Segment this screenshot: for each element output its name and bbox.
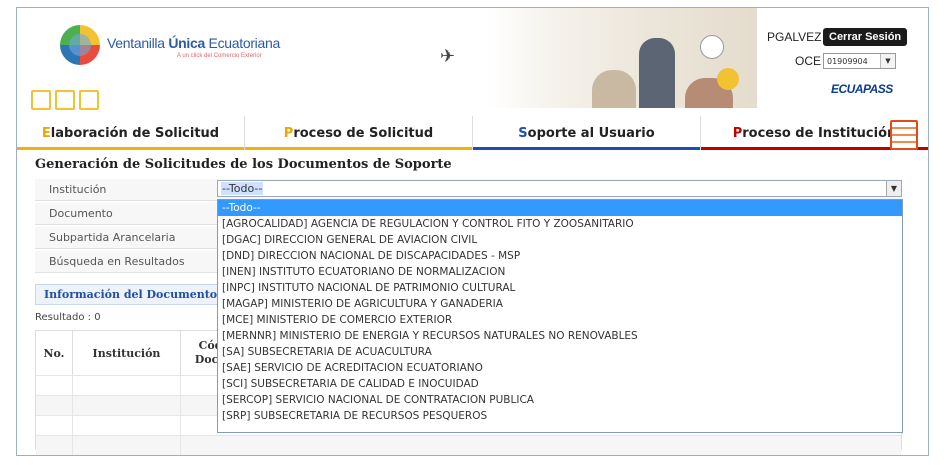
page-title: Generación de Solicitudes de los Documen… (35, 157, 452, 172)
chevron-down-icon[interactable]: ▼ (886, 181, 901, 196)
airplane-icon: ✈ (440, 46, 456, 67)
institucion-label: Institución (49, 183, 107, 196)
dropdown-option[interactable]: [INEN] INSTITUTO ECUATORIANO DE NORMALIZ… (218, 264, 902, 280)
col-header-no: No. (36, 331, 73, 375)
tab-informacion-documento[interactable]: Información del Documento (35, 284, 227, 304)
ecuapass-logo: ECUAPASS (831, 82, 893, 96)
chevron-down-icon: ▼ (880, 54, 895, 68)
header-mini-icons (31, 90, 99, 110)
logout-button[interactable]: Cerrar Sesión (823, 28, 908, 46)
dropdown-option[interactable]: --Todo-- (218, 200, 902, 216)
col-header-institucion: Institución (73, 331, 181, 375)
dropdown-option[interactable]: [SAE] SERVICIO DE ACREDITACION ECUATORIA… (218, 360, 902, 376)
document-tabs: Información del Documento (35, 284, 241, 304)
header-banner-image (487, 8, 757, 108)
dropdown-option[interactable]: [SRP] SUBSECRETARIA DE RECURSOS PESQUERO… (218, 408, 902, 424)
table-row (36, 435, 901, 455)
documento-label: Documento (49, 207, 113, 220)
dropdown-option[interactable]: [AGROCALIDAD] AGENCIA DE REGULACION Y CO… (218, 216, 902, 232)
app-logo-subtitle: A un click del Comercio Exterior (177, 53, 262, 59)
dropdown-option[interactable]: [MERNNR] MINISTERIO DE ENERGIA Y RECURSO… (218, 328, 902, 344)
oce-select[interactable]: 01909904 ▼ (823, 53, 896, 69)
dropdown-option[interactable]: [SA] SUBSECRETARIA DE ACUACULTURA (218, 344, 902, 360)
institucion-select-value: --Todo-- (221, 182, 264, 195)
header: Ventanilla Única Ecuatoriana A un click … (17, 8, 928, 116)
document-icon (55, 90, 75, 110)
main-nav: Elaboración de Solicitud Proceso de Soli… (17, 116, 928, 150)
building-icon (31, 90, 51, 110)
app-logo-text: Ventanilla Única Ecuatoriana (107, 35, 280, 51)
dropdown-option[interactable]: [SCI] SUBSECRETARIA DE CALIDAD E INOCUID… (218, 376, 902, 392)
dropdown-option[interactable]: [INPC] INSTITUTO NACIONAL DE PATRIMONIO … (218, 280, 902, 296)
nav-soporte-usuario[interactable]: Soporte al Usuario (473, 116, 701, 150)
subpartida-label: Subpartida Arancelaria (49, 231, 176, 244)
current-user: PGALVEZ (767, 30, 822, 44)
nav-elaboracion-solicitud[interactable]: Elaboración de Solicitud (17, 116, 245, 150)
dropdown-option[interactable]: [SERCOP] SERVICIO NACIONAL DE CONTRATACI… (218, 392, 902, 408)
app-frame: Ventanilla Única Ecuatoriana A un click … (16, 7, 929, 456)
oce-select-value: 01909904 (827, 57, 868, 66)
clock-icon (700, 35, 724, 59)
globe-logo-icon (60, 25, 100, 65)
dropdown-option[interactable]: [DND] DIRECCION NACIONAL DE DISCAPACIDAD… (218, 248, 902, 264)
result-count: Resultado : 0 (35, 312, 101, 323)
oce-label: OCE (795, 54, 822, 68)
ship-icon (79, 90, 99, 110)
institucion-select[interactable]: --Todo-- ▼ (217, 180, 902, 197)
dropdown-option[interactable]: [MCE] MINISTERIO DE COMERCIO EXTERIOR (218, 312, 902, 328)
nav-proceso-solicitud[interactable]: Proceso de Solicitud (245, 116, 473, 150)
busqueda-label: Búsqueda en Resultados (49, 255, 185, 268)
institucion-dropdown-list: --Todo-- [AGROCALIDAD] AGENCIA DE REGULA… (217, 199, 903, 433)
dropdown-option[interactable]: [DGAC] DIRECCION GENERAL DE AVIACION CIV… (218, 232, 902, 248)
dropdown-option[interactable]: [MAGAP] MINISTERIO DE AGRICULTURA Y GANA… (218, 296, 902, 312)
building-icon (890, 120, 918, 150)
